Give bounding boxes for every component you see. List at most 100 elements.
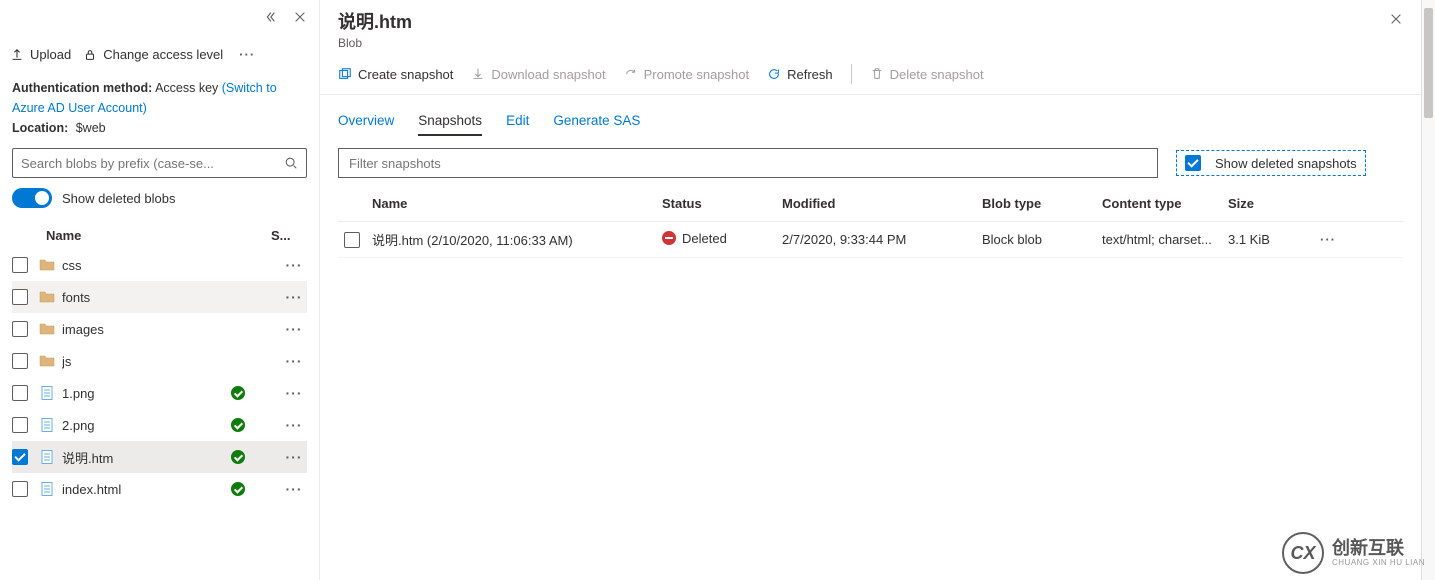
promote-icon (624, 67, 638, 81)
blob-row-more[interactable]: ··· (281, 353, 307, 369)
snapshot-table-header: Name Status Modified Blob type Content t… (338, 186, 1403, 222)
folder-icon (38, 352, 56, 370)
toolbar-divider (851, 64, 852, 84)
blob-row-more[interactable]: ··· (281, 449, 307, 465)
snapshot-table: Name Status Modified Blob type Content t… (320, 178, 1421, 258)
blob-checkbox[interactable] (12, 353, 28, 369)
blob-name: css (62, 258, 231, 273)
col-name-header[interactable]: Name (12, 228, 271, 243)
refresh-icon (767, 67, 781, 81)
search-blobs-input[interactable] (12, 148, 307, 178)
status-ok-icon (231, 386, 245, 400)
blob-row-more[interactable]: ··· (281, 321, 307, 337)
blob-list: Name S... css···fonts···images···js···1.… (0, 222, 319, 505)
left-meta: Authentication method: Access key (Switc… (0, 74, 319, 148)
watermark-logo: CX (1282, 532, 1324, 574)
detail-toolbar: Create snapshot Download snapshot Promot… (320, 54, 1421, 95)
upload-button[interactable]: Upload (10, 47, 71, 62)
change-access-label: Change access level (103, 47, 223, 62)
blob-checkbox[interactable] (12, 385, 28, 401)
snapshot-content-type: text/html; charset... (1102, 232, 1228, 247)
refresh-button[interactable]: Refresh (767, 67, 833, 82)
right-panel: 说明.htm Blob Create snapshot Download sna… (320, 0, 1435, 580)
snapshot-controls: Show deleted snapshots (320, 136, 1421, 178)
col-status-header[interactable]: S... (271, 228, 307, 243)
blob-row-more[interactable]: ··· (281, 257, 307, 273)
tab-edit[interactable]: Edit (506, 107, 529, 136)
show-deleted-snapshots-checkbox[interactable] (1185, 155, 1201, 171)
blob-status-col (231, 418, 281, 432)
blob-row[interactable]: 2.png··· (12, 409, 307, 441)
auth-method-value: Access key (155, 81, 218, 95)
tab-overview[interactable]: Overview (338, 107, 394, 136)
file-icon (38, 480, 56, 498)
blob-checkbox[interactable] (12, 481, 28, 497)
file-icon (38, 416, 56, 434)
search-blobs-field[interactable] (21, 156, 284, 171)
snapshot-row[interactable]: 说明.htm (2/10/2020, 11:06:33 AM)Deleted2/… (338, 222, 1403, 258)
blob-row[interactable]: images··· (12, 313, 307, 345)
blob-row[interactable]: index.html ··· (12, 473, 307, 505)
blob-row[interactable]: js ··· (12, 345, 307, 377)
collapse-icon[interactable] (263, 10, 277, 27)
filter-snapshots-input[interactable] (338, 148, 1158, 178)
create-snapshot-button[interactable]: Create snapshot (338, 67, 453, 82)
watermark-main: 创新互联 (1332, 539, 1425, 559)
show-deleted-toggle[interactable] (12, 188, 52, 208)
snapshot-size: 3.1 KiB (1228, 232, 1308, 247)
col-status[interactable]: Status (662, 196, 782, 211)
tab-generate-sas[interactable]: Generate SAS (553, 107, 640, 136)
blob-name: index.html (62, 482, 231, 497)
filter-snapshots-field[interactable] (349, 156, 1147, 171)
col-blob-type[interactable]: Blob type (982, 196, 1102, 211)
deleted-icon (662, 231, 676, 245)
download-snapshot-button: Download snapshot (471, 67, 605, 82)
blob-name: js (62, 354, 231, 369)
create-snapshot-icon (338, 67, 352, 81)
blob-row[interactable]: css ··· (12, 249, 307, 281)
close-detail-icon[interactable] (1389, 10, 1403, 31)
blob-row[interactable]: 说明.htm ··· (12, 441, 307, 473)
show-deleted-label: Show deleted blobs (62, 191, 175, 206)
search-icon (284, 156, 298, 170)
blob-checkbox[interactable] (12, 257, 28, 273)
tab-snapshots[interactable]: Snapshots (418, 107, 482, 136)
scrollbar-thumb[interactable] (1424, 8, 1433, 118)
snapshot-row-more[interactable]: ··· (1308, 232, 1348, 247)
file-icon (38, 384, 56, 402)
col-size[interactable]: Size (1228, 196, 1308, 211)
download-snapshot-label: Download snapshot (491, 67, 605, 82)
blob-name: 说明.htm (62, 448, 231, 467)
watermark-sub: CHUANG XIN HU LIAN (1332, 559, 1425, 568)
col-name[interactable]: Name (372, 196, 662, 211)
snapshot-modified: 2/7/2020, 9:33:44 PM (782, 232, 982, 247)
blob-row-more[interactable]: ··· (281, 385, 307, 401)
blob-row-more[interactable]: ··· (281, 289, 307, 305)
create-snapshot-label: Create snapshot (358, 67, 453, 82)
download-icon (471, 67, 485, 81)
lock-icon (83, 48, 97, 62)
blob-row-more[interactable]: ··· (281, 417, 307, 433)
detail-title: 说明.htm (338, 10, 412, 34)
show-deleted-snapshots-control[interactable]: Show deleted snapshots (1176, 150, 1366, 176)
blob-checkbox[interactable] (12, 417, 28, 433)
blob-checkbox[interactable] (12, 289, 28, 305)
blob-checkbox[interactable] (12, 449, 28, 465)
left-top-controls (0, 0, 319, 36)
auth-method-label: Authentication method: (12, 81, 152, 95)
snapshot-checkbox[interactable] (344, 232, 360, 248)
col-content-type[interactable]: Content type (1102, 196, 1228, 211)
col-modified[interactable]: Modified (782, 196, 982, 211)
blob-row-more[interactable]: ··· (281, 481, 307, 497)
show-deleted-snapshots-label: Show deleted snapshots (1215, 156, 1357, 171)
folder-icon (38, 320, 56, 338)
blob-checkbox[interactable] (12, 321, 28, 337)
detail-subtitle: Blob (338, 36, 412, 50)
left-toolbar-more[interactable]: ··· (235, 43, 259, 67)
close-left-icon[interactable] (293, 8, 307, 29)
blob-row[interactable]: fonts··· (12, 281, 307, 313)
change-access-button[interactable]: Change access level (83, 47, 223, 62)
blob-row[interactable]: 1.png··· (12, 377, 307, 409)
snapshot-blob-type: Block blob (982, 232, 1102, 247)
scrollbar[interactable] (1421, 0, 1435, 580)
